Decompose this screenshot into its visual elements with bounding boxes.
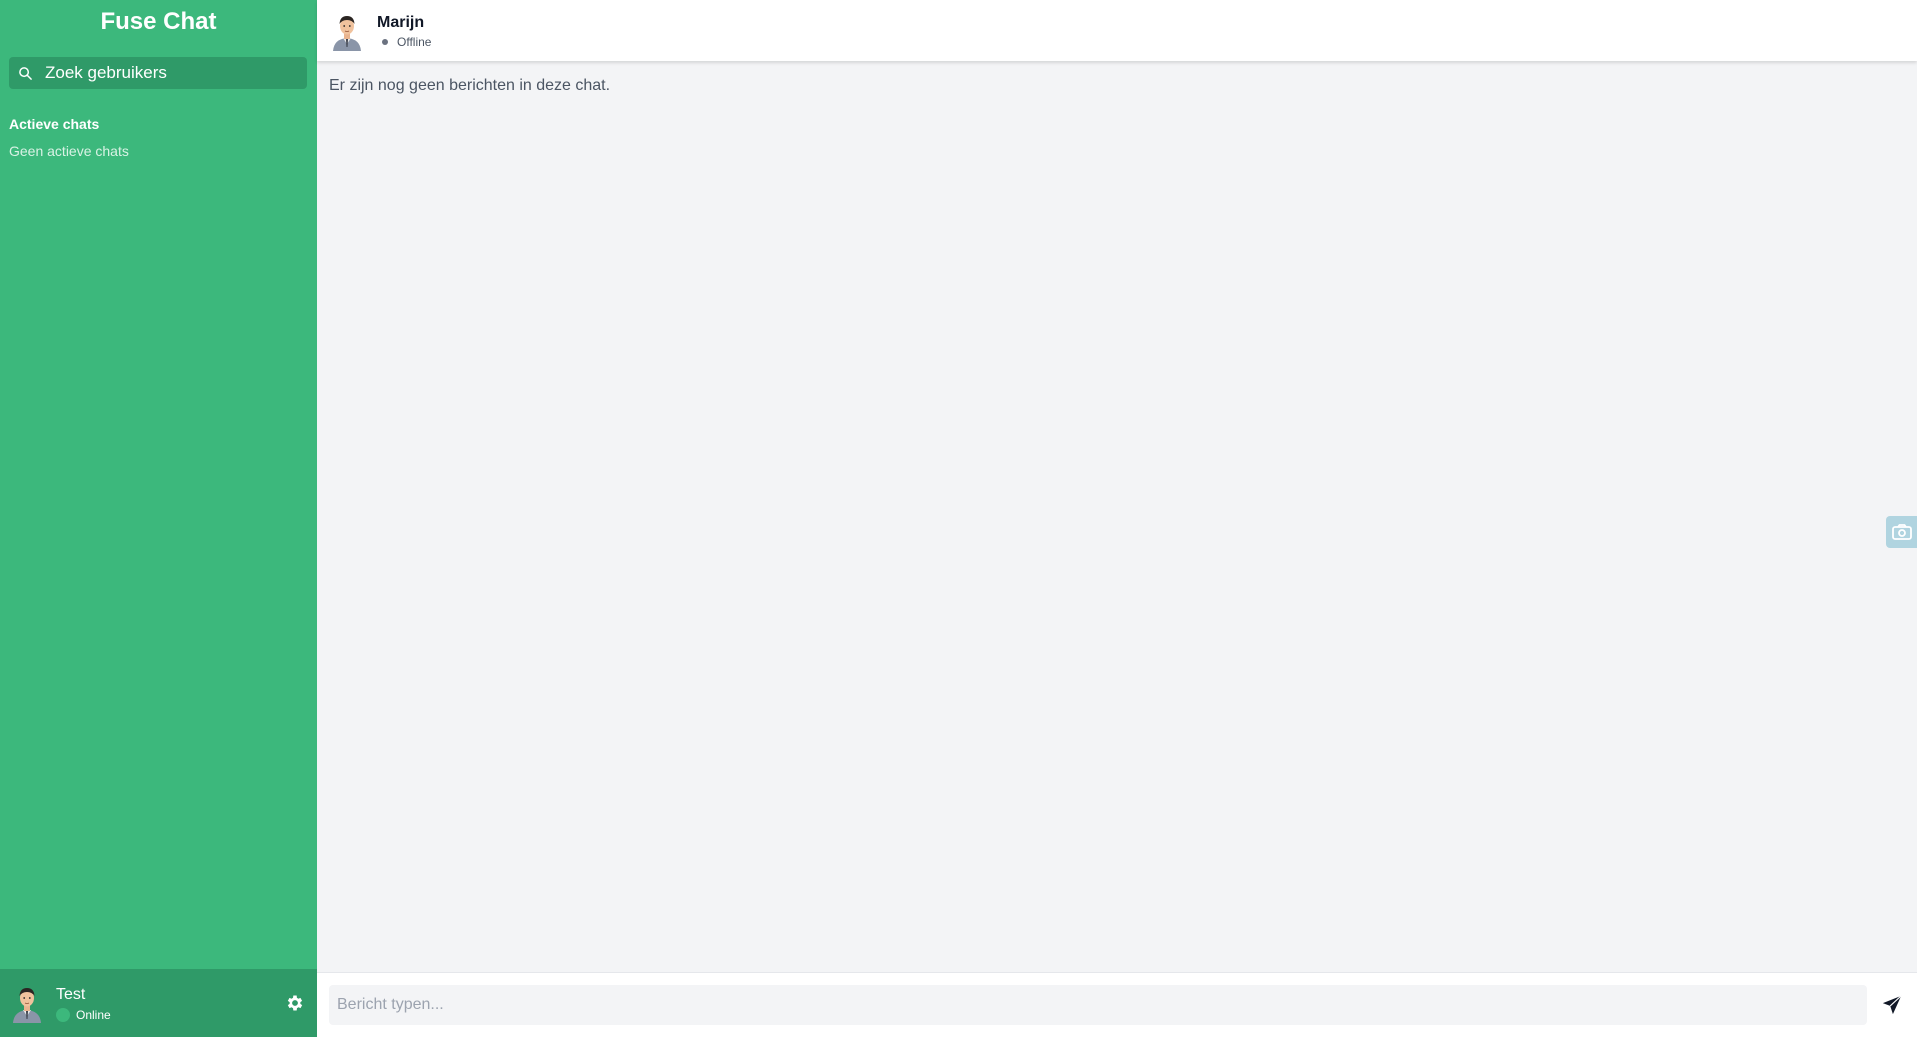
chat-panel: Marijn Offline Er zijn nog geen berichte… (317, 0, 1917, 1037)
gear-icon[interactable] (285, 993, 305, 1013)
contact-name: Marijn (377, 13, 425, 31)
camera-icon (1891, 524, 1912, 540)
avatar (13, 988, 41, 1023)
app-root: Fuse Chat Actieve chats Geen actieve cha… (0, 0, 1917, 1037)
search-input[interactable] (45, 58, 295, 88)
current-user-name: Test (56, 985, 86, 1003)
avatar (333, 15, 361, 51)
empty-chat-message: Er zijn nog geen berichten in deze chat. (329, 77, 611, 94)
app-title: Fuse Chat (100, 8, 217, 35)
camera-button[interactable] (1886, 516, 1917, 548)
send-icon[interactable] (1881, 994, 1903, 1016)
message-input[interactable] (329, 985, 1867, 1025)
offline-status-dot (382, 38, 388, 45)
message-composer (317, 972, 1917, 1037)
contact-status: Offline (397, 34, 432, 49)
current-user-panel: Test Online (0, 969, 317, 1037)
active-chats-heading: Actieve chats (9, 116, 100, 132)
sidebar: Fuse Chat Actieve chats Geen actieve cha… (0, 0, 317, 1037)
no-active-chats-text: Geen actieve chats (9, 143, 129, 159)
current-user-status: Online (76, 1007, 111, 1022)
search-box[interactable] (9, 57, 307, 89)
chat-header: Marijn Offline (317, 0, 1917, 61)
search-icon (19, 66, 32, 80)
online-status-dot (56, 1007, 70, 1022)
